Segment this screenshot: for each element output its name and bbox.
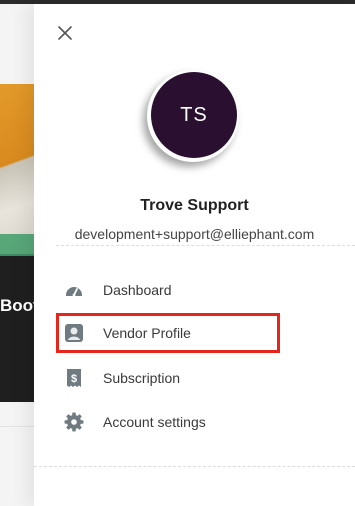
product-card-title: Boot [0, 296, 39, 315]
user-name: Trove Support [140, 197, 249, 214]
avatar: TS [147, 70, 239, 162]
menu-item-label: Dashboard [103, 282, 172, 298]
settings-gear-icon [64, 412, 84, 432]
menu-divider [34, 466, 355, 467]
menu-item-label: Vendor Profile [103, 325, 191, 341]
avatar-initials: TS [151, 72, 237, 158]
close-icon [58, 26, 72, 40]
profile-divider [56, 245, 355, 246]
menu-item-vendor-profile[interactable]: Vendor Profile [56, 313, 280, 353]
menu-item-label: Subscription [103, 370, 181, 386]
vendor-profile-icon [64, 323, 84, 343]
menu-item-label: Account settings [103, 414, 206, 430]
svg-text:$: $ [71, 373, 77, 385]
dashboard-gauge-icon [64, 280, 84, 300]
menu-item-account-settings[interactable]: Account settings [56, 402, 280, 442]
subscription-receipt-icon: $ [64, 368, 84, 388]
menu-item-dashboard[interactable]: Dashboard [56, 270, 280, 310]
close-button[interactable] [56, 24, 74, 42]
user-email: development+support@elliephant.com [74, 226, 315, 242]
menu-item-subscription[interactable]: $ Subscription [56, 358, 280, 398]
